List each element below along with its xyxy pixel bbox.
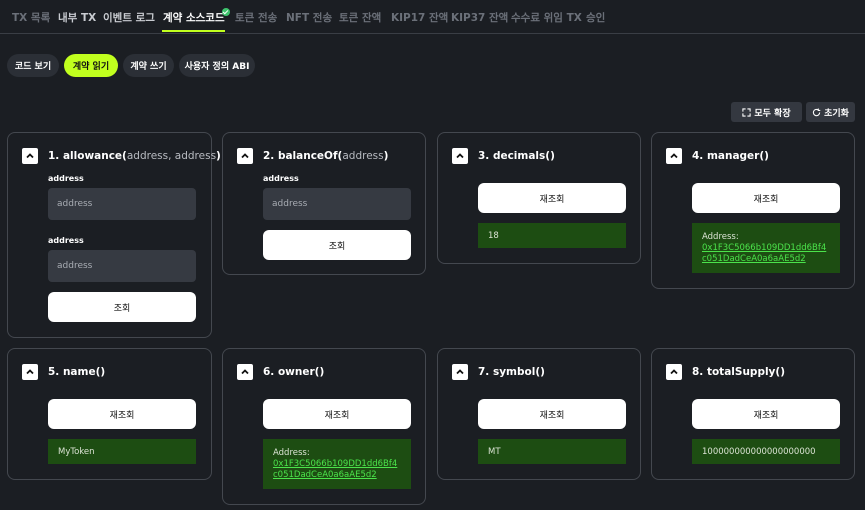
function-card-name: 5. name() 재조회 MyToken [7,348,212,480]
result-value: 18 [478,223,626,248]
param-label: address [48,174,84,183]
chevron-up-icon [670,369,678,375]
expand-all-button[interactable]: 모두 확장 [731,102,802,122]
address-label: Address: [702,231,739,242]
collapse-toggle[interactable] [22,364,38,380]
function-title: 2. balanceOf(address) [263,150,389,162]
tab-kip37-balance[interactable]: KIP37 잔액 [451,11,508,25]
collapse-toggle[interactable] [237,364,253,380]
requery-button[interactable]: 재조회 [48,399,196,429]
chevron-up-icon [456,369,464,375]
view-code-button[interactable]: 코드 보기 [7,54,59,77]
function-card-decimals: 3. decimals() 재조회 18 [437,132,641,264]
chevron-up-icon [456,153,464,159]
chevron-up-icon [670,153,678,159]
requery-button[interactable]: 재조회 [478,399,626,429]
param-label: address [263,174,299,183]
write-contract-button[interactable]: 계약 쓰기 [123,54,174,77]
reset-label: 초기화 [824,108,849,119]
collapse-toggle[interactable] [237,148,253,164]
function-title: 8. totalSupply() [692,366,785,378]
address-input-1[interactable] [48,188,196,220]
function-title: 3. decimals() [478,150,555,162]
read-contract-button[interactable]: 계약 읽기 [64,54,118,77]
collapse-toggle[interactable] [22,148,38,164]
tab-tx-list[interactable]: TX 목록 [12,11,50,25]
function-title: 7. symbol() [478,366,545,378]
tab-token-transfer[interactable]: 토큰 전송 [235,11,277,25]
requery-button[interactable]: 재조회 [692,183,840,213]
result-address: Address: 0x1F3C5066b109DD1dd6Bf4c051DadC… [263,439,411,489]
tab-fee-delegated-tx[interactable]: 수수료 위임 TX [511,11,582,25]
tab-bar: TX 목록 내부 TX 이벤트 로그 계약 소스코드 토큰 전송 NFT 전송 … [0,0,865,34]
address-input-2[interactable] [48,250,196,282]
param-label: address [48,236,84,245]
function-title: 6. owner() [263,366,325,378]
query-button[interactable]: 조회 [48,292,196,322]
query-button[interactable]: 조회 [263,230,411,260]
address-input[interactable] [263,188,411,220]
collapse-toggle[interactable] [452,364,468,380]
result-value: MyToken [48,439,196,464]
tab-contract-source[interactable]: 계약 소스코드 [163,11,225,25]
result-address: Address: 0x1F3C5066b109DD1dd6Bf4c051DadC… [692,223,840,273]
chevron-up-icon [241,369,249,375]
expand-all-label: 모두 확장 [754,108,791,119]
active-tab-indicator [162,30,225,32]
chevron-up-icon [26,153,34,159]
function-card-manager: 4. manager() 재조회 Address: 0x1F3C5066b109… [651,132,855,289]
function-title: 5. name() [48,366,106,378]
collapse-toggle[interactable] [452,148,468,164]
tab-approval[interactable]: 승인 [586,11,605,25]
tab-kip17-balance[interactable]: KIP17 잔액 [391,11,448,25]
tab-internal-tx[interactable]: 내부 TX [58,11,96,25]
chevron-up-icon [26,369,34,375]
tab-token-balance[interactable]: 토큰 잔액 [339,11,381,25]
refresh-icon [812,107,821,116]
requery-button[interactable]: 재조회 [478,183,626,213]
tab-event-log[interactable]: 이벤트 로그 [103,11,155,25]
check-circle-icon [222,8,230,16]
tab-nft-transfer[interactable]: NFT 전송 [286,11,332,25]
result-value: MT [478,439,626,464]
reset-button[interactable]: 초기화 [806,102,855,122]
address-link[interactable]: 0x1F3C5066b109DD1dd6Bf4c051DadCeA0a6aAE5… [702,243,830,265]
collapse-toggle[interactable] [666,364,682,380]
function-title: 1. allowance(address, address) [48,150,221,162]
function-card-balanceof: 2. balanceOf(address) address 조회 [222,132,426,275]
address-label: Address: [273,447,310,458]
function-card-allowance: 1. allowance(address, address) address a… [7,132,221,338]
chevron-up-icon [241,153,249,159]
expand-icon [742,107,751,117]
collapse-toggle[interactable] [666,148,682,164]
function-card-symbol: 7. symbol() 재조회 MT [437,348,641,480]
requery-button[interactable]: 재조회 [692,399,840,429]
result-value: 100000000000000000000 [692,439,840,464]
custom-abi-button[interactable]: 사용자 정의 ABI [179,54,255,77]
function-card-owner: 6. owner() 재조회 Address: 0x1F3C5066b109DD… [222,348,426,505]
function-title: 4. manager() [692,150,769,162]
requery-button[interactable]: 재조회 [263,399,411,429]
address-link[interactable]: 0x1F3C5066b109DD1dd6Bf4c051DadCeA0a6aAE5… [273,459,401,481]
function-card-totalsupply: 8. totalSupply() 재조회 1000000000000000000… [651,348,855,480]
